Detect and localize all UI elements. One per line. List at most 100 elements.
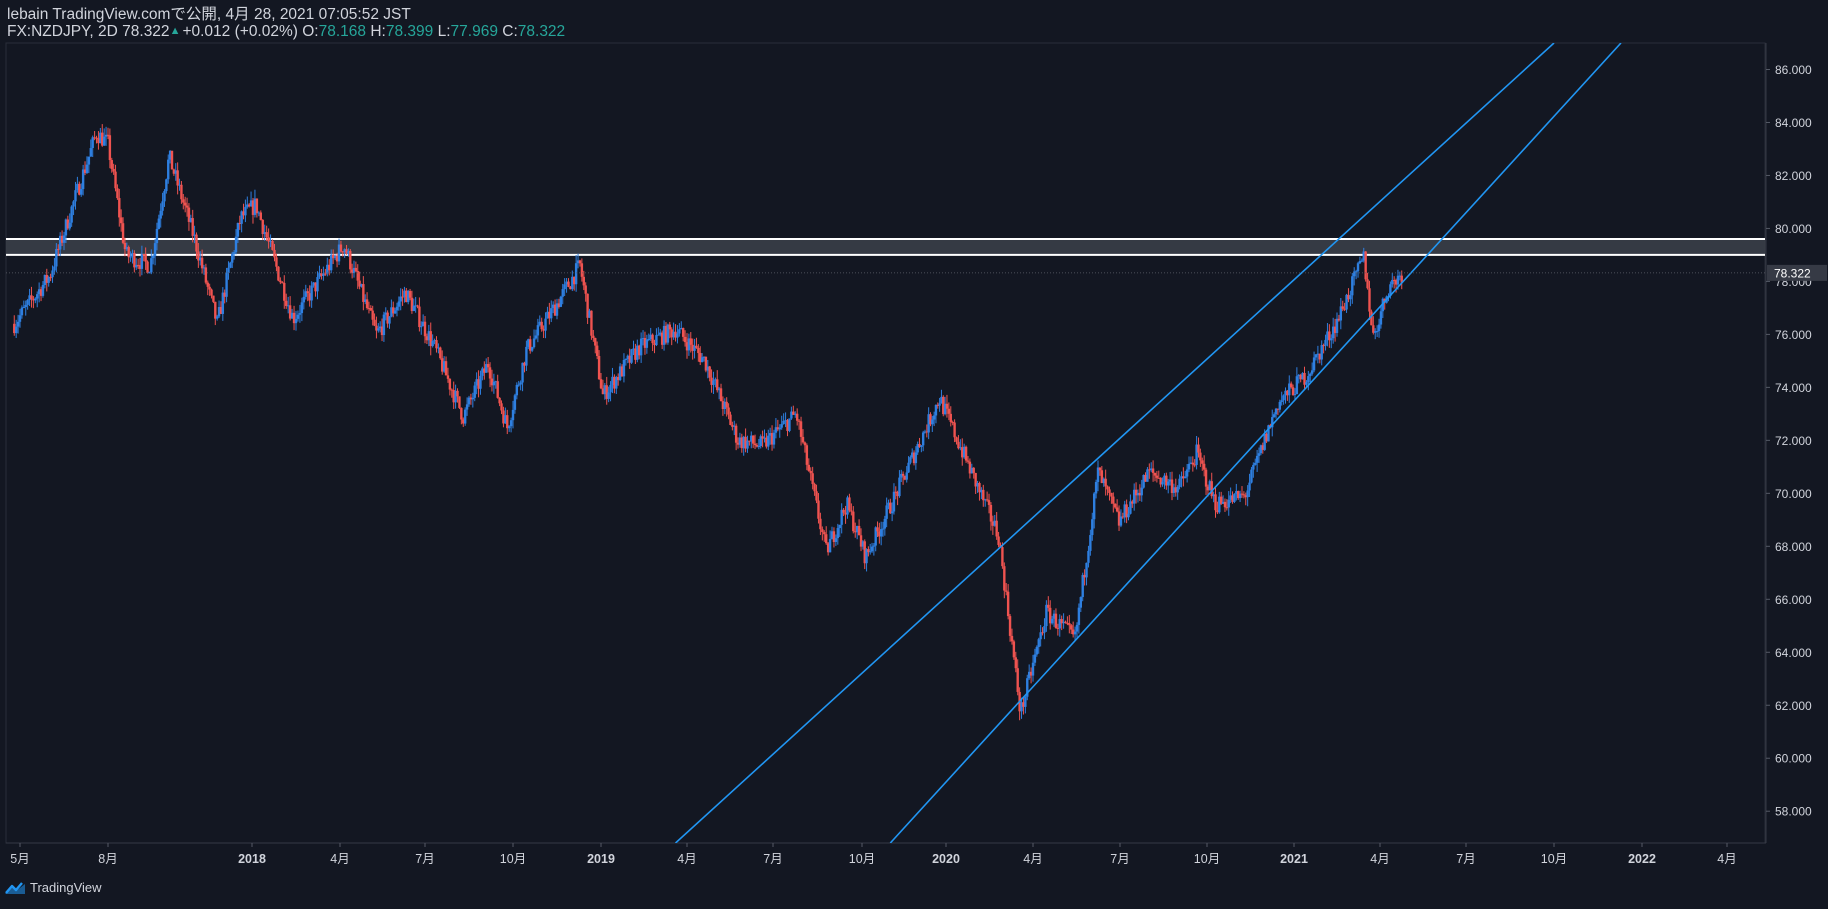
candle-body	[204, 267, 208, 283]
candle-body	[1106, 486, 1109, 490]
candle-body	[817, 500, 820, 519]
candle-body	[456, 390, 459, 397]
x-tick-label: 7月	[415, 852, 434, 866]
candle-body	[1335, 318, 1339, 333]
x-tick-label: 2021	[1280, 852, 1308, 866]
candle-body	[51, 270, 54, 278]
candle-body	[909, 457, 912, 463]
tradingview-footer[interactable]: TradingView	[4, 880, 102, 895]
candle-body	[1289, 383, 1293, 388]
candle-body	[828, 538, 832, 553]
plot-frame	[5, 42, 1766, 844]
candle-body	[1187, 463, 1191, 470]
candle-body	[1155, 475, 1159, 478]
candle-body	[140, 254, 144, 269]
candle-body	[316, 277, 319, 292]
candle-body	[182, 199, 185, 203]
candle-body	[1114, 503, 1117, 508]
candle-body	[1079, 597, 1083, 608]
candle-body	[420, 326, 423, 328]
candle-body	[914, 452, 918, 464]
candle-body	[645, 339, 649, 348]
candle-body	[870, 546, 874, 552]
candle-body	[153, 243, 157, 257]
candle-body	[597, 355, 601, 380]
candle-body	[746, 440, 749, 449]
candle-body	[87, 156, 91, 165]
price-chart[interactable]: 58.000 60.000 62.000 64.000 66.000 68.000 70.0…	[0, 0, 1828, 909]
candle-body	[176, 170, 179, 186]
candle-body	[1250, 469, 1253, 483]
y-tick-label: 64.000	[1775, 646, 1812, 660]
candle-body	[567, 281, 570, 287]
candle-body	[921, 432, 925, 446]
candle-body	[395, 306, 399, 311]
candle-body	[273, 249, 276, 258]
candle-body	[1127, 513, 1130, 518]
candle-body	[53, 266, 56, 271]
candle-body	[36, 294, 39, 299]
candle-body	[377, 328, 380, 331]
candle-body	[657, 334, 660, 336]
candle-body	[966, 460, 970, 462]
candle-body	[1312, 357, 1316, 371]
candle-body	[1085, 562, 1088, 578]
candle-body	[1272, 414, 1276, 418]
candle-body	[298, 313, 302, 315]
candle-body	[1146, 469, 1149, 482]
candle-body	[1016, 668, 1019, 692]
candle-body	[195, 234, 198, 252]
candle-body	[536, 325, 540, 336]
candle-body	[498, 397, 501, 404]
candle-body	[119, 217, 123, 224]
candle-body	[1291, 387, 1295, 396]
candle-body	[365, 299, 369, 309]
candle-body	[1005, 590, 1008, 592]
candle-body	[676, 333, 679, 338]
x-tick-label: 2018	[238, 852, 266, 866]
candle-body	[102, 136, 106, 146]
y-tick-label: 72.000	[1775, 434, 1812, 448]
candle-body	[1257, 453, 1261, 456]
candle-body	[170, 150, 174, 170]
candle-body	[1214, 494, 1217, 511]
y-tick-label: 84.000	[1775, 116, 1812, 130]
candle-body	[356, 270, 359, 281]
candle-body	[208, 286, 211, 290]
candle-body	[1001, 547, 1004, 567]
candle-body	[1324, 339, 1327, 346]
candle-body	[1087, 550, 1090, 563]
candle-body	[18, 315, 22, 322]
candle-body	[1115, 507, 1119, 512]
candle-body	[1089, 535, 1092, 551]
candle-body	[1033, 654, 1037, 663]
candle-body	[1210, 481, 1213, 497]
candle-body	[275, 257, 278, 267]
candle-body	[1050, 618, 1054, 624]
candle-body	[371, 310, 374, 320]
candle-body	[1227, 499, 1230, 508]
candle-body	[1202, 463, 1206, 470]
candle-body	[20, 307, 24, 316]
candle-body	[285, 300, 288, 306]
candle-body	[486, 364, 490, 368]
candle-body	[559, 296, 563, 307]
candle-body	[279, 280, 282, 283]
candle-body	[1031, 662, 1035, 676]
candle-body	[16, 321, 20, 327]
candle-body	[306, 291, 309, 294]
candle-body	[1197, 444, 1200, 453]
candle-body	[550, 308, 553, 319]
candle-body	[68, 222, 71, 229]
candle-body	[540, 321, 543, 330]
candle-body	[349, 250, 352, 270]
candle-body	[819, 518, 822, 530]
candle-body	[525, 346, 528, 366]
candle-body	[987, 500, 991, 505]
candle-body	[496, 381, 499, 398]
candle-body	[1081, 574, 1084, 598]
candle-body	[1349, 295, 1352, 300]
y-tick-label: 68.000	[1775, 540, 1812, 554]
candle-body	[423, 321, 427, 337]
candle-body	[530, 347, 534, 351]
